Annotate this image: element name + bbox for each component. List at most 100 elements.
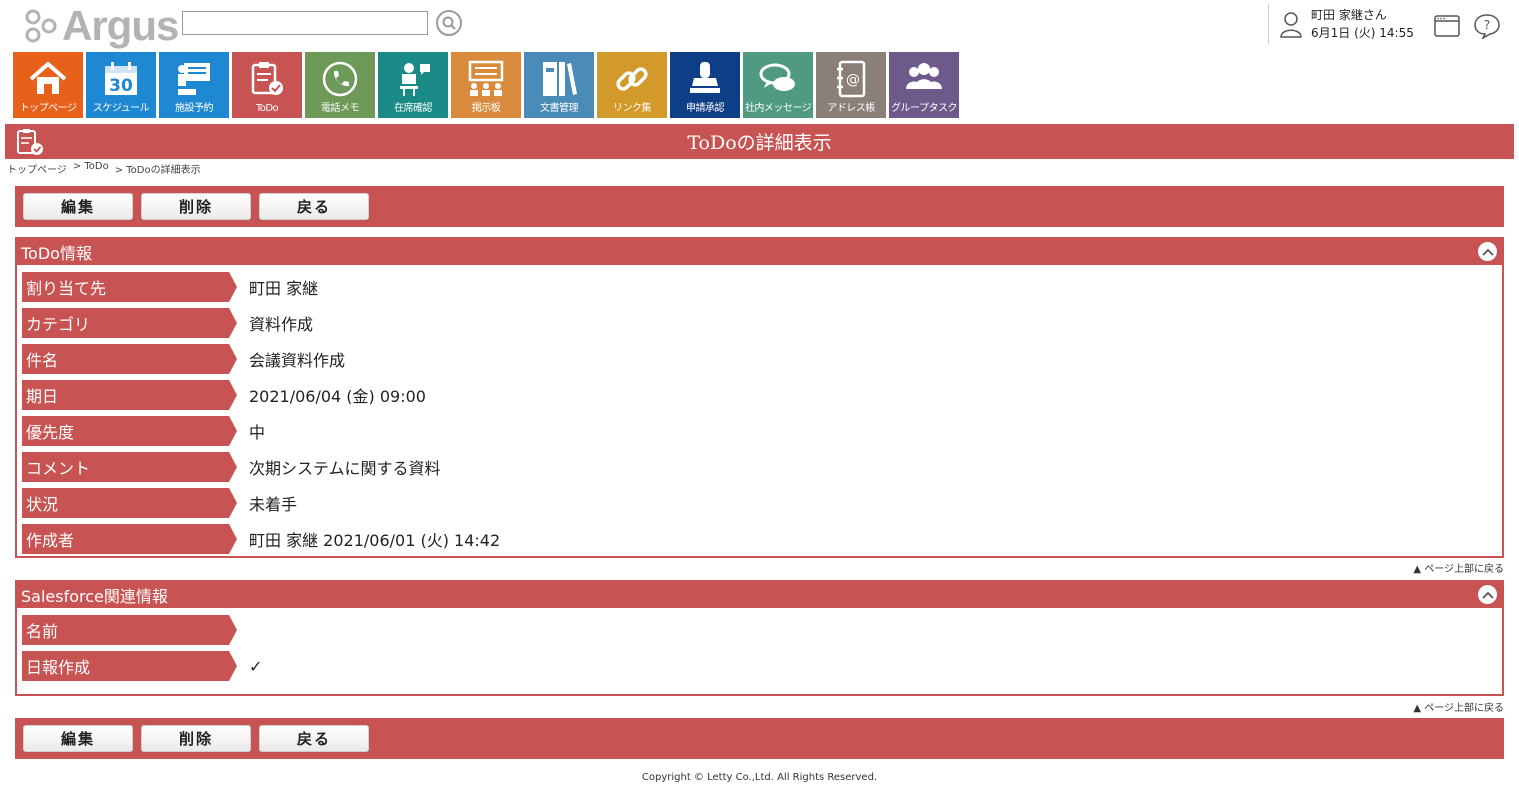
nav-group-tasks[interactable]: グループタスク — [889, 52, 959, 118]
nav-label: トップページ — [19, 103, 77, 114]
message-icon — [759, 63, 795, 91]
field-label: 日報作成 — [26, 658, 91, 677]
copyright-footer: Copyright © Letty Co.,Ltd. All Rights Re… — [641, 772, 878, 783]
svg-text:30: 30 — [109, 76, 133, 96]
breadcrumb-current: > ToDoの詳細表示 — [114, 165, 201, 176]
action-bar-top: 編集 削除 戻る — [15, 186, 1504, 227]
panel-title: Salesforce関連情報 — [21, 587, 168, 606]
nav-label: 電話メモ — [321, 103, 360, 114]
nav-label: リンク集 — [613, 103, 652, 114]
search-button[interactable] — [436, 10, 462, 36]
edit-button[interactable]: 編集 — [23, 193, 133, 220]
breadcrumb-todo[interactable]: > ToDo — [73, 161, 109, 176]
nav-documents[interactable]: 文書管理 — [524, 52, 594, 118]
row-assignee: 割り当て先 町田 家継 — [22, 269, 1497, 305]
nav-approval[interactable]: 申請承認 — [670, 52, 740, 118]
user-name: 町田 家継さん — [1311, 8, 1387, 22]
window-button[interactable] — [1433, 14, 1461, 38]
nav-attendance[interactable]: 在席確認 — [378, 52, 448, 118]
user-icon — [1280, 12, 1302, 38]
row-subject: 件名 会議資料作成 — [22, 341, 1497, 377]
row-status: 状況 未着手 — [22, 485, 1497, 521]
search-icon — [442, 16, 456, 30]
nav-label: グループタスク — [891, 103, 957, 114]
breadcrumb: トップページ > ToDo > ToDoの詳細表示 — [7, 161, 201, 176]
nav-messages[interactable]: 社内メッセージ — [743, 52, 813, 118]
back-button[interactable]: 戻る — [259, 725, 369, 752]
nav-label: スケジュール — [92, 103, 150, 114]
collapse-button[interactable] — [1477, 584, 1498, 605]
nav-links[interactable]: リンク集 — [597, 52, 667, 118]
field-value: 2021/06/04 (金) 09:00 — [249, 387, 426, 406]
nav-facility[interactable]: 施設予約 — [159, 52, 229, 118]
field-value: 未着手 — [249, 495, 298, 514]
field-label: 状況 — [26, 495, 59, 514]
calendar-icon: 30 — [105, 62, 137, 96]
edit-button[interactable]: 編集 — [23, 725, 133, 752]
search-input[interactable] — [182, 11, 428, 35]
nav-label: 在席確認 — [394, 103, 433, 114]
salesforce-info-panel: Salesforce関連情報 名前 日報作成 ✓ — [15, 580, 1504, 696]
attendance-icon — [400, 63, 430, 96]
action-bar-bottom: 編集 削除 戻る — [15, 718, 1504, 759]
nav-phone-memo[interactable]: 電話メモ — [305, 52, 375, 118]
panel-header: Salesforce関連情報 — [17, 582, 1502, 608]
field-label: 期日 — [26, 387, 59, 406]
nav-label: アドレス帳 — [827, 103, 875, 114]
stamp-icon — [690, 62, 720, 93]
todo-icon — [17, 129, 43, 155]
field-label: 優先度 — [26, 423, 75, 442]
page-title: ToDoの詳細表示 — [687, 132, 832, 154]
field-value: 町田 家継 — [249, 279, 319, 298]
back-button[interactable]: 戻る — [259, 193, 369, 220]
group-icon — [906, 63, 942, 89]
collapse-button[interactable] — [1477, 241, 1498, 262]
field-label: コメント — [26, 459, 91, 478]
breadcrumb-top[interactable]: トップページ — [7, 161, 67, 176]
logo-mark-icon — [25, 9, 57, 43]
field-label: カテゴリ — [26, 315, 91, 334]
back-to-top-link[interactable]: ▲ ページ上部に戻る — [1413, 560, 1504, 575]
panel-title: ToDo情報 — [21, 244, 92, 263]
field-value: 町田 家継 2021/06/01 (火) 14:42 — [249, 531, 501, 550]
delete-button[interactable]: 削除 — [141, 725, 251, 752]
window-icon — [1434, 15, 1460, 37]
nav-label: 申請承認 — [686, 103, 725, 114]
board-icon — [468, 60, 504, 96]
documents-icon — [543, 62, 577, 96]
chevron-up-icon — [1481, 248, 1494, 256]
delete-button[interactable]: 削除 — [141, 193, 251, 220]
nav-label: 施設予約 — [175, 103, 214, 114]
field-value: 会議資料作成 — [249, 351, 346, 370]
field-value: 次期システムに関する資料 — [249, 459, 441, 478]
current-datetime: 6月1日 (火) 14:55 — [1311, 26, 1414, 40]
field-label: 名前 — [26, 622, 59, 641]
todo-info-panel: ToDo情報 割り当て先 町田 家継 カテゴリ 資料作成 件名 会議資料作成 期日 20… — [15, 237, 1504, 558]
row-comment: コメント 次期システムに関する資料 — [22, 449, 1497, 485]
row-creator: 作成者 町田 家継 2021/06/01 (火) 14:42 — [22, 521, 1497, 557]
nav-top-page[interactable]: トップページ — [13, 52, 83, 118]
logo-text: Argus — [62, 2, 179, 49]
page-title-bar: ToDoの詳細表示 — [5, 124, 1514, 159]
nav-label: ToDo — [255, 103, 279, 114]
row-daily-report: 日報作成 ✓ — [22, 648, 1497, 684]
facility-icon — [178, 63, 210, 95]
nav-todo[interactable]: ToDo — [232, 52, 302, 118]
field-value-checkmark: ✓ — [249, 656, 263, 676]
row-due-date: 期日 2021/06/04 (金) 09:00 — [22, 377, 1497, 413]
argus-logo[interactable]: Argus — [24, 2, 179, 49]
address-book-icon: @ — [837, 60, 866, 98]
nav-bulletin-board[interactable]: 掲示板 — [451, 52, 521, 118]
help-icon: ? — [1474, 14, 1500, 39]
nav-schedule[interactable]: 30 スケジュール — [86, 52, 156, 118]
help-button[interactable]: ? — [1473, 14, 1501, 39]
field-value: 中 — [249, 423, 266, 442]
nav-label: 文書管理 — [540, 103, 579, 114]
todo-icon — [251, 62, 283, 95]
chevron-up-icon — [1481, 591, 1494, 599]
main-nav: トップページ 30 スケジュール 施設予約 ToDo 電話メモ 在席確認 掲示板… — [13, 52, 962, 118]
back-to-top-link[interactable]: ▲ ページ上部に戻る — [1413, 699, 1504, 714]
user-info[interactable]: 町田 家継さん 6月1日 (火) 14:55 — [1268, 4, 1414, 44]
nav-address-book[interactable]: @ アドレス帳 — [816, 52, 886, 118]
field-label: 作成者 — [26, 531, 75, 550]
